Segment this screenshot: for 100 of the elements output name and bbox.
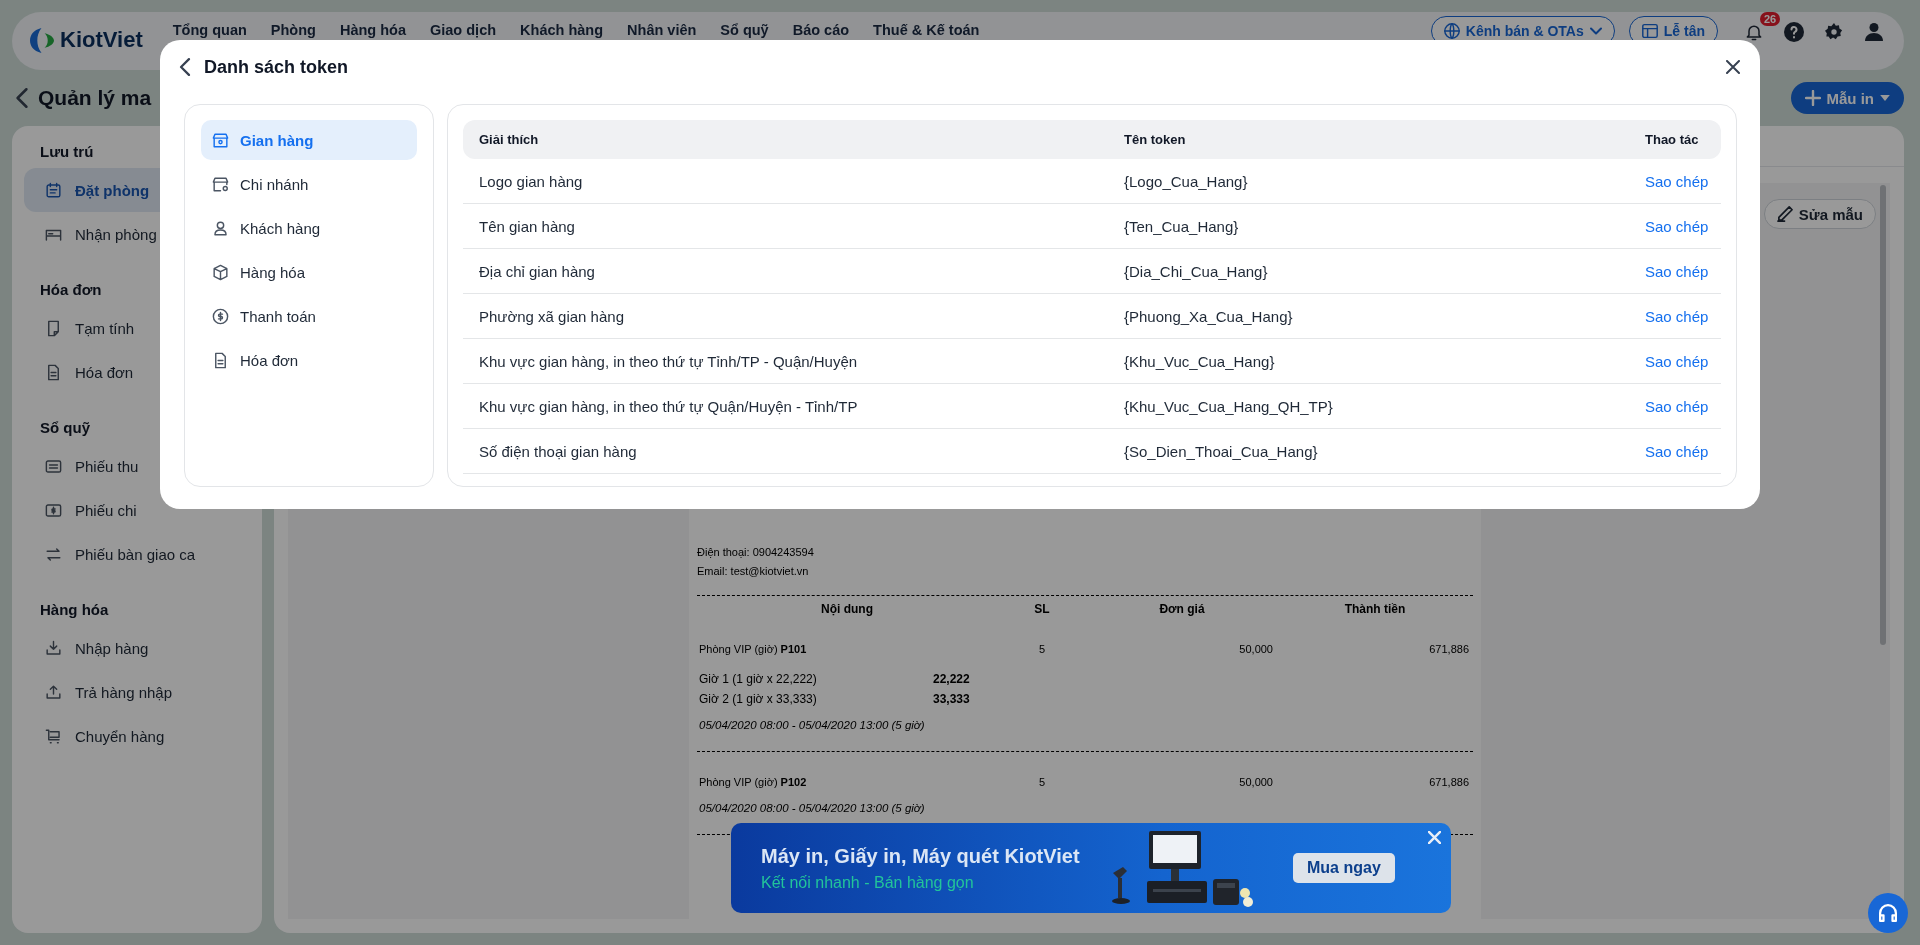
sidebar-item[interactable]: Phiếu bàn giao ca xyxy=(24,532,250,576)
settings-icon xyxy=(1825,23,1843,41)
person-icon xyxy=(211,218,230,238)
user-icon xyxy=(1865,23,1883,41)
description-cell-text: Tên gian hàng xyxy=(479,217,576,235)
column-header: Giải thích xyxy=(479,132,540,147)
copy-link[interactable]: Sao chép xyxy=(1645,307,1721,325)
column-header: Đơn giá xyxy=(1158,602,1206,618)
item-name: Phòng VIP (giờ) P102 xyxy=(698,776,808,788)
copy-link[interactable]: Sao chép xyxy=(1645,217,1721,235)
quantity-text: 5 xyxy=(1037,643,1047,655)
desk-icon xyxy=(1641,23,1658,39)
item-name: Phòng VIP (giờ) P101 xyxy=(698,643,808,655)
page-title: Quản lý ma xyxy=(38,86,152,110)
price-text: 50,000 xyxy=(1238,643,1274,655)
globe-icon xyxy=(1443,23,1460,39)
breakdown-amount: 22,222 xyxy=(933,671,971,688)
copy-link[interactable]: Sao chép xyxy=(1645,262,1721,280)
token-cell-text: {So_Dien_Thoai_Cua_Hang} xyxy=(1124,442,1319,460)
description-cell-text: Địa chỉ gian hàng xyxy=(479,262,596,280)
nav-link[interactable]: Giao dịch xyxy=(430,22,497,38)
breakdown-label: Giờ 2 (1 giờ x 33,333) xyxy=(699,691,818,708)
logo-text: KiotViet xyxy=(60,27,143,53)
nav-link[interactable]: Nhân viên xyxy=(627,22,697,38)
download-icon xyxy=(44,638,63,658)
quantity-text: 5 xyxy=(1037,776,1047,788)
token-cell-text: {Khu_Vuc_Cua_Hang_QH_TP} xyxy=(1124,397,1334,415)
column-header: SL xyxy=(1033,602,1051,618)
nav-link[interactable]: Sổ quỹ xyxy=(720,22,769,38)
sidebar-item[interactable]: Trả hàng nhập xyxy=(24,670,250,714)
copy-link[interactable]: Sao chép xyxy=(1645,442,1721,460)
category-item[interactable]: Hóa đơn xyxy=(201,340,417,380)
sidebar-item[interactable]: Phiếu chi xyxy=(24,488,250,532)
plus-icon xyxy=(1804,90,1821,106)
copy-link[interactable]: Sao chép xyxy=(1645,352,1721,370)
print-template-button[interactable]: Mẫu in xyxy=(1790,82,1904,114)
logo-icon xyxy=(30,27,54,53)
section-title: Hóa đơn xyxy=(40,280,102,300)
column-header: Thành tiền xyxy=(1343,602,1407,618)
category-item[interactable]: Hàng hóa xyxy=(201,252,417,292)
sidebar-item[interactable]: Phiếu thu xyxy=(24,444,250,488)
edit-template-button[interactable]: Sửa mẫu xyxy=(1763,199,1876,229)
total-text: 671,886 xyxy=(1428,643,1470,655)
headset-icon xyxy=(1879,904,1897,922)
description-cell-text: Khu vực gian hàng, in theo thứ tự Tỉnh/TP - Quận/Huyện xyxy=(479,352,859,370)
description-cell-text: Logo gian hàng xyxy=(479,172,584,190)
nav-link[interactable]: Thuế & Kế toán xyxy=(873,22,980,38)
token-cell-text: {Dia_Chi_Cua_Hang} xyxy=(1124,262,1269,280)
price-text: 50,000 xyxy=(1238,776,1274,788)
help-icon xyxy=(1784,22,1804,42)
token-cell-text: {Ten_Cua_Hang} xyxy=(1124,217,1240,235)
box-icon xyxy=(211,262,230,282)
buy-button[interactable]: Mua ngay xyxy=(1293,853,1395,883)
section-title: Hàng hóa xyxy=(40,600,109,620)
copy-link[interactable]: Sao chép xyxy=(1645,172,1721,190)
total-text: 671,886 xyxy=(1428,776,1470,788)
nav-link[interactable]: Báo cáo xyxy=(792,22,850,38)
breakdown-label: Giờ 1 (1 giờ x 22,222) xyxy=(699,671,818,688)
dialog-title: Danh sách token xyxy=(204,56,349,78)
section-title: Sổ quỹ xyxy=(40,418,90,438)
token-cell-text: {Khu_Vuc_Cua_Hang} xyxy=(1124,352,1276,370)
dollar-icon xyxy=(211,306,230,326)
nav-link[interactable]: Tổng quan xyxy=(172,22,247,38)
notification-badge: 26 xyxy=(1760,12,1781,26)
copy-link[interactable]: Sao chép xyxy=(1645,397,1721,415)
caret-icon xyxy=(1589,25,1602,37)
breakdown-amount: 33,333 xyxy=(933,691,971,708)
scrollbar[interactable] xyxy=(1880,185,1886,645)
close-icon xyxy=(1428,831,1441,844)
phone-text: Điện thoại: 0904243594 xyxy=(697,545,815,560)
column-header: Nội dung xyxy=(820,602,874,618)
column-header: Thao tác xyxy=(1645,132,1700,147)
token-cell-text: {Logo_Cua_Hang} xyxy=(1124,172,1249,190)
description-cell-text: Phường xã gian hàng xyxy=(479,307,625,325)
section-title: Lưu trú xyxy=(40,142,94,162)
period-text: 05/04/2020 08:00 - 05/04/2020 13:00 (5 giờ) xyxy=(699,802,925,814)
caret-icon xyxy=(1880,95,1890,101)
token-cell-text: {Phuong_Xa_Cua_Hang} xyxy=(1124,307,1294,325)
close-icon xyxy=(1726,60,1740,74)
sidebar-item[interactable]: Nhập hàng xyxy=(24,626,250,670)
pencil-icon xyxy=(1776,206,1793,222)
column-header: Tên token xyxy=(1124,132,1187,147)
calendar-icon xyxy=(44,180,63,200)
close-button[interactable] xyxy=(1726,60,1740,74)
description-cell-text: Khu vực gian hàng, in theo thứ tự Quận/Huyện - Tỉnh/TP xyxy=(479,397,859,415)
category-item[interactable]: Gian hàng xyxy=(201,120,417,160)
upload-icon xyxy=(44,682,63,702)
category-item[interactable]: Thanh toán xyxy=(201,296,417,336)
store-pin-icon xyxy=(211,174,230,194)
nav-link[interactable]: Phòng xyxy=(270,22,316,38)
store-icon xyxy=(211,130,230,150)
banner-subtitle: Kết nối nhanh - Bán hàng gọn xyxy=(761,873,975,892)
sidebar-item[interactable]: Chuyển hàng xyxy=(24,714,250,758)
email-text: Email: test@kiotviet.vn xyxy=(697,564,810,579)
banner-title: Máy in, Giấy in, Máy quét KiotViet xyxy=(761,844,1081,868)
description-cell-text: Số điện thoại gian hàng xyxy=(479,442,638,460)
nav-link[interactable]: Khách hàng xyxy=(520,22,604,38)
period-text: 05/04/2020 08:00 - 05/04/2020 13:00 (5 giờ) xyxy=(699,719,925,731)
nav-link[interactable]: Hàng hóa xyxy=(339,22,406,38)
trolley-icon xyxy=(44,726,63,746)
